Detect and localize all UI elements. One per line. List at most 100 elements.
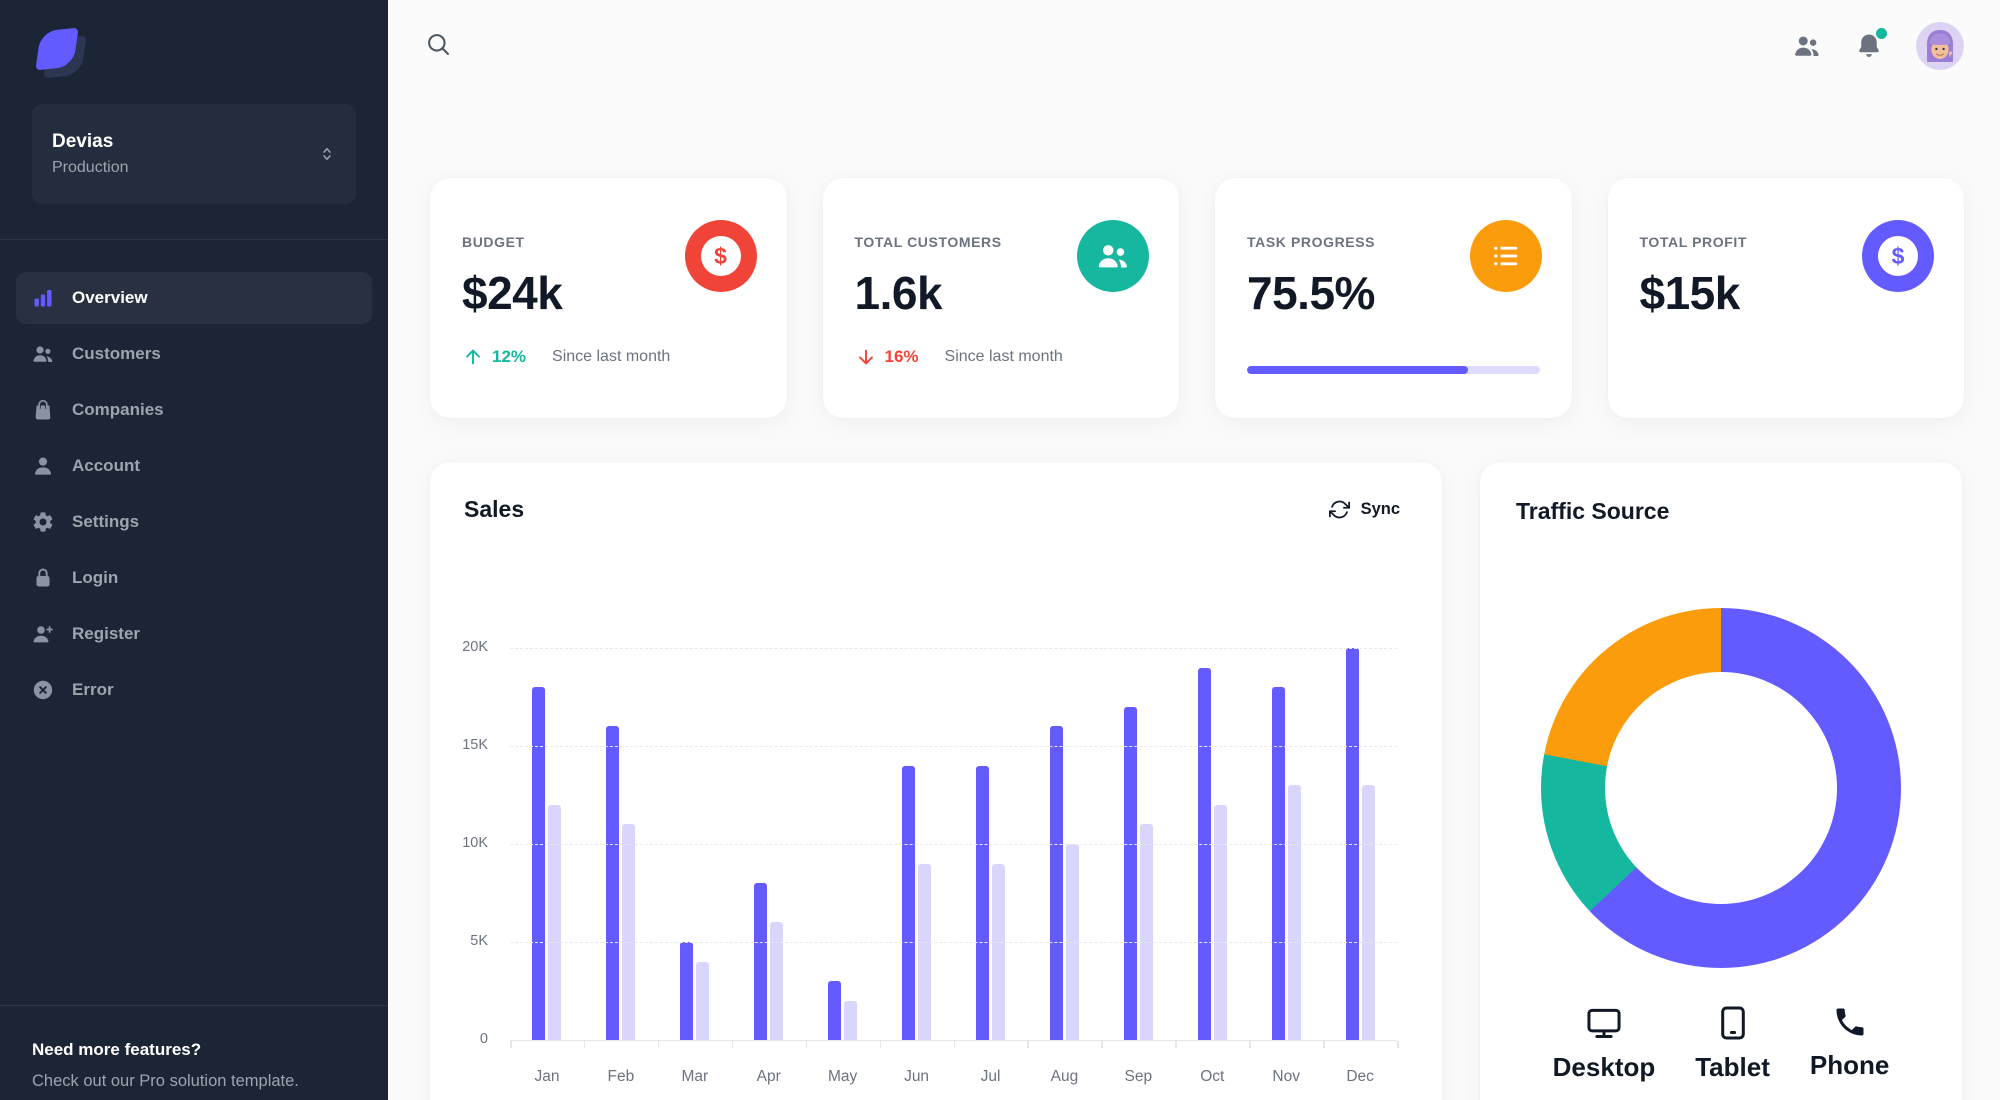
trend-caption: Since last month [552, 348, 671, 365]
bar-primary [975, 765, 989, 1040]
search-icon[interactable] [424, 30, 452, 58]
sidebar-item-label: Login [72, 568, 119, 587]
axis-tick [953, 1041, 955, 1048]
axis-tick [1101, 1041, 1103, 1048]
bar-primary [532, 687, 546, 1040]
bar-primary [1123, 706, 1137, 1040]
dollar-glyph: $ [1891, 242, 1905, 269]
header-actions [1792, 22, 1964, 70]
sync-label: Sync [1360, 500, 1400, 518]
contacts-users-icon[interactable] [1792, 31, 1822, 61]
bar-secondary [622, 824, 636, 1040]
bar-secondary [1213, 804, 1227, 1040]
gridline [510, 942, 1397, 943]
devias-logo-icon[interactable] [35, 27, 87, 79]
bar-primary [754, 883, 768, 1040]
x-axis-label: Dec [1346, 1068, 1374, 1085]
sidebar: Devias Production Overview Customers Com… [0, 0, 388, 1100]
sales-y-axis: 20K 15K 10K 5K 0 [430, 639, 488, 1047]
bar-primary [1049, 726, 1063, 1040]
bar-secondary [1287, 785, 1301, 1040]
sales-chart-card: Sales Sync 20K 15K 10K 5K 0 Jan Feb Mar Apr May J… [430, 462, 1442, 1100]
lock-icon [31, 566, 55, 590]
trend-row: 16% Since last month [855, 346, 1148, 368]
legend-label: Phone [1809, 1050, 1890, 1080]
sales-x-axis: Jan Feb Mar Apr May Jun Jul Aug Sep Oct Nov Dec [510, 1068, 1397, 1086]
axis-tick [1397, 1041, 1399, 1048]
axis-tick [1249, 1041, 1251, 1048]
notification-dot [1876, 28, 1887, 39]
bar-primary [606, 726, 620, 1040]
x-axis-label: Mar [681, 1068, 709, 1085]
sales-title: Sales [464, 496, 525, 522]
axis-tick [805, 1041, 808, 1048]
sidebar-footer-subtitle[interactable]: Check out our Pro solution template. [32, 1072, 299, 1091]
axis-tick [731, 1041, 734, 1048]
bar-secondary [770, 922, 784, 1040]
desktop-icon [1585, 1004, 1623, 1042]
workspace-environment: Production [52, 159, 129, 176]
bar-secondary [844, 1000, 858, 1040]
gridline [510, 746, 1397, 747]
legend-label: Desktop [1552, 1052, 1656, 1082]
bar-secondary [1139, 824, 1153, 1040]
trend-caption: Since last month [944, 348, 1063, 365]
unfold-chevron-icon [318, 145, 336, 163]
sidebar-item-customers[interactable]: Customers [16, 328, 372, 380]
traffic-legend: Desktop Tablet Phone [1480, 1004, 1962, 1083]
sidebar-item-label: Settings [72, 512, 140, 531]
app-root: Devias Production Overview Customers Com… [0, 0, 2000, 1100]
y-axis-label: 15K [462, 737, 488, 753]
sidebar-item-register[interactable]: Register [16, 608, 372, 660]
top-bar [388, 0, 2000, 90]
bar-secondary [1361, 785, 1375, 1040]
legend-item-tablet: Tablet [1695, 1004, 1770, 1083]
bar-primary [828, 981, 842, 1040]
axis-tick [510, 1041, 512, 1048]
traffic-source-title: Traffic Source [1516, 498, 1670, 524]
bar-secondary [696, 961, 710, 1040]
list-icon [1469, 220, 1542, 292]
progress-bar-track [1247, 366, 1540, 374]
axis-tick [1027, 1041, 1029, 1048]
x-circle-icon [31, 678, 55, 702]
sidebar-item-error[interactable]: Error [16, 664, 372, 716]
sidebar-item-companies[interactable]: Companies [16, 384, 372, 436]
sidebar-item-account[interactable]: Account [16, 440, 372, 492]
x-axis-label: Sep [1124, 1068, 1153, 1085]
sidebar-footer-divider [0, 1005, 388, 1006]
dollar-bubble: $ [1878, 236, 1918, 276]
gridline [510, 844, 1397, 845]
bar-primary [902, 765, 916, 1040]
trend-up-icon [462, 346, 484, 368]
dollar-glyph: $ [714, 242, 727, 269]
sidebar-item-overview[interactable]: Overview [16, 272, 372, 324]
dollar-icon: $ [1862, 220, 1934, 292]
axis-tick [657, 1041, 660, 1048]
axis-tick [1175, 1041, 1177, 1048]
total-customers-card: TOTAL CUSTOMERS 1.6k 16% Since last mont… [822, 178, 1179, 418]
dollar-icon: $ [684, 220, 757, 292]
task-progress-card: TASK PROGRESS 75.5% [1215, 178, 1572, 418]
refresh-sync-icon [1328, 499, 1350, 520]
x-axis-label: Aug [1050, 1068, 1079, 1085]
sales-card-header: Sales Sync [430, 462, 1442, 523]
workspace-selector[interactable]: Devias Production [32, 104, 356, 204]
x-axis-label: Apr [756, 1068, 781, 1085]
trend-down-icon [855, 346, 877, 368]
sidebar-item-label: Overview [72, 288, 148, 307]
sidebar-divider [0, 239, 388, 240]
sync-button[interactable]: Sync [1328, 499, 1400, 520]
users-icon [1077, 220, 1149, 292]
sidebar-item-label: Register [72, 624, 141, 643]
gridline [510, 648, 1397, 649]
bar-secondary [548, 804, 562, 1040]
axis-tick [1323, 1041, 1325, 1048]
sidebar-item-label: Customers [72, 344, 161, 363]
sidebar-item-settings[interactable]: Settings [16, 496, 372, 548]
avatar[interactable] [1916, 22, 1964, 70]
sidebar-item-label: Error [72, 680, 114, 699]
sidebar-nav: Overview Customers Companies Account Set… [16, 272, 372, 720]
sidebar-item-login[interactable]: Login [16, 552, 372, 604]
notifications-bell-icon[interactable] [1854, 28, 1887, 61]
